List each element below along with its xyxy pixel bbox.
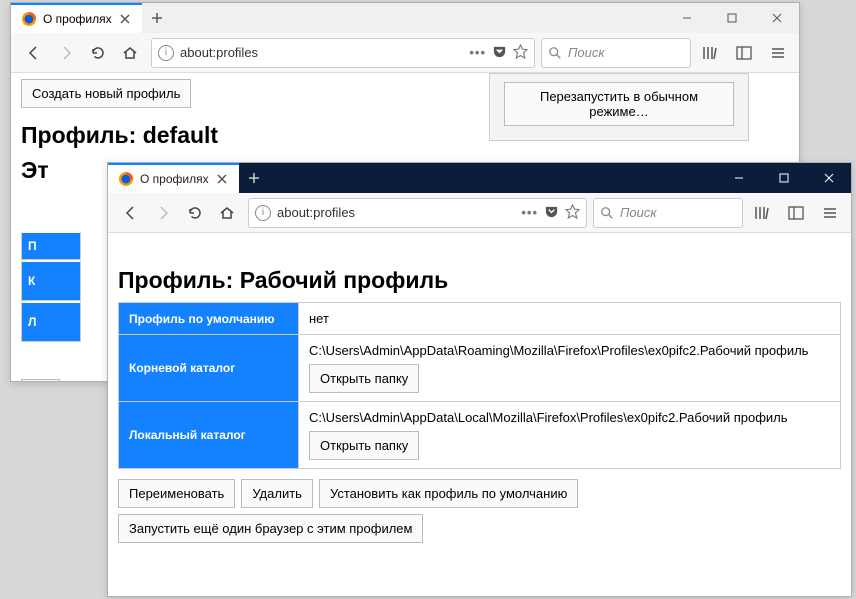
titlebar: О профилях	[11, 3, 799, 33]
url-text: about:profiles	[180, 45, 463, 60]
firefox-favicon-icon	[21, 11, 37, 27]
info-icon[interactable]: i	[255, 205, 271, 221]
maximize-button[interactable]	[709, 3, 754, 33]
back-button[interactable]	[19, 38, 49, 68]
url-text: about:profiles	[277, 205, 515, 220]
search-icon	[600, 206, 614, 220]
minimize-button[interactable]	[664, 3, 709, 33]
home-button[interactable]	[115, 38, 145, 68]
page-actions-icon[interactable]: •••	[521, 205, 538, 220]
path-text: C:\Users\Admin\AppData\Roaming\Mozilla\F…	[309, 343, 830, 358]
close-window-button[interactable]	[806, 163, 851, 193]
page-actions-icon[interactable]: •••	[469, 45, 486, 60]
rename-button[interactable]: Переименовать	[118, 479, 235, 508]
pocket-icon[interactable]	[492, 44, 507, 62]
partial-button[interactable]: Пе	[21, 379, 60, 381]
window-controls	[716, 163, 851, 193]
profile-table: Профиль по умолчанию нет Корневой катало…	[118, 302, 841, 469]
toolbar: i about:profiles ••• Поиск	[11, 33, 799, 73]
window-controls	[664, 3, 799, 33]
reload-button[interactable]	[180, 198, 210, 228]
tab-close-icon[interactable]	[118, 12, 132, 26]
search-icon	[548, 46, 562, 60]
sidebar-icon[interactable]	[731, 40, 757, 66]
row-value: C:\Users\Admin\AppData\Local\Mozilla\Fir…	[299, 402, 841, 469]
search-bar[interactable]: Поиск	[541, 38, 691, 68]
new-tab-button[interactable]	[239, 163, 269, 193]
delete-button[interactable]: Удалить	[241, 479, 313, 508]
maximize-button[interactable]	[761, 163, 806, 193]
back-button[interactable]	[116, 198, 146, 228]
browser-tab[interactable]: О профилях	[11, 3, 142, 33]
table-row-label: П	[21, 231, 81, 260]
menu-icon[interactable]	[817, 200, 843, 226]
new-tab-button[interactable]	[142, 3, 172, 33]
library-icon[interactable]	[749, 200, 775, 226]
page-content: Профиль: Рабочий профиль Профиль по умол…	[108, 233, 851, 596]
address-bar[interactable]: i about:profiles •••	[248, 198, 587, 228]
address-bar[interactable]: i about:profiles •••	[151, 38, 535, 68]
create-profile-button[interactable]: Создать новый профиль	[21, 79, 191, 108]
profile-actions: Переименовать Удалить Установить как про…	[118, 479, 841, 508]
toolbar: i about:profiles ••• Поиск	[108, 193, 851, 233]
library-icon[interactable]	[697, 40, 723, 66]
restart-normal-button[interactable]: Перезапустить в обычном режиме…	[504, 82, 734, 126]
profile-heading: Профиль: Рабочий профиль	[118, 267, 841, 294]
search-placeholder: Поиск	[620, 205, 657, 220]
tab-title: О профилях	[140, 172, 209, 186]
tab-close-icon[interactable]	[215, 172, 229, 186]
forward-button[interactable]	[148, 198, 178, 228]
path-text: C:\Users\Admin\AppData\Local\Mozilla\Fir…	[309, 410, 830, 425]
pocket-icon[interactable]	[544, 204, 559, 222]
firefox-favicon-icon	[118, 171, 134, 187]
row-value: нет	[299, 303, 841, 335]
launch-profile-button[interactable]: Запустить ещё один браузер с этим профил…	[118, 514, 423, 543]
info-icon[interactable]: i	[158, 45, 174, 61]
row-label: Профиль по умолчанию	[119, 303, 299, 335]
set-default-button[interactable]: Установить как профиль по умолчанию	[319, 479, 578, 508]
menu-icon[interactable]	[765, 40, 791, 66]
partial-table: П К Л	[21, 231, 81, 342]
titlebar: О профилях	[108, 163, 851, 193]
table-row: Локальный каталог C:\Users\Admin\AppData…	[119, 402, 841, 469]
table-row-label: Л	[21, 301, 81, 342]
bookmark-star-icon[interactable]	[565, 204, 580, 222]
search-bar[interactable]: Поиск	[593, 198, 743, 228]
table-row: Корневой каталог C:\Users\Admin\AppData\…	[119, 335, 841, 402]
open-folder-button[interactable]: Открыть папку	[309, 431, 419, 460]
firefox-window-foreground: О профилях i about:profiles •••	[107, 162, 852, 597]
sidebar-icon[interactable]	[783, 200, 809, 226]
table-row: Профиль по умолчанию нет	[119, 303, 841, 335]
row-label: Корневой каталог	[119, 335, 299, 402]
browser-tab[interactable]: О профилях	[108, 163, 239, 193]
open-folder-button[interactable]: Открыть папку	[309, 364, 419, 393]
row-value: C:\Users\Admin\AppData\Roaming\Mozilla\F…	[299, 335, 841, 402]
restart-box: Перезапустить в обычном режиме…	[489, 73, 749, 141]
row-label: Локальный каталог	[119, 402, 299, 469]
search-placeholder: Поиск	[568, 45, 605, 60]
forward-button[interactable]	[51, 38, 81, 68]
reload-button[interactable]	[83, 38, 113, 68]
close-window-button[interactable]	[754, 3, 799, 33]
table-row-label: К	[21, 260, 81, 301]
bookmark-star-icon[interactable]	[513, 44, 528, 62]
tab-title: О профилях	[43, 12, 112, 26]
minimize-button[interactable]	[716, 163, 761, 193]
home-button[interactable]	[212, 198, 242, 228]
